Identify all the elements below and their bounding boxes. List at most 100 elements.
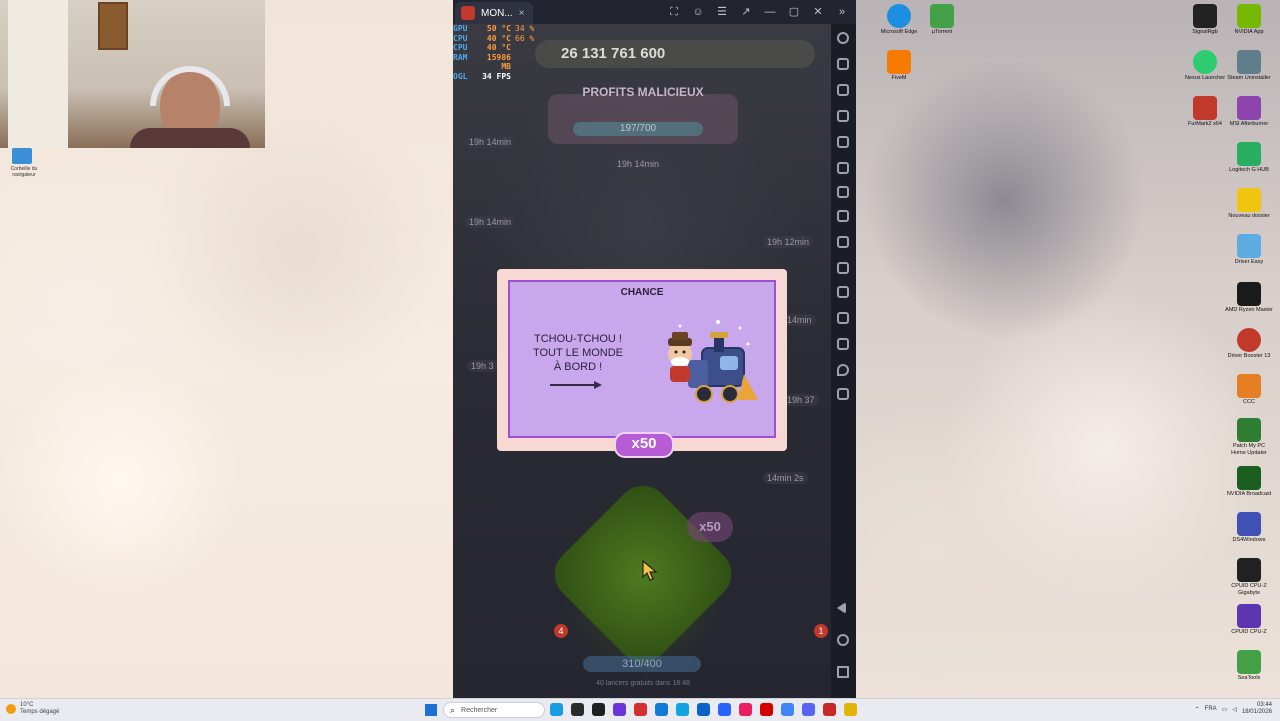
desktop-icon-label: Driver Booster 13 bbox=[1227, 353, 1271, 359]
chance-card-text: TCHOU-TCHOU ! TOUT LE MONDE À BORD ! bbox=[524, 332, 632, 374]
desktop-icon[interactable]: Nouveau dossier bbox=[1225, 188, 1273, 220]
settings-icon[interactable] bbox=[837, 32, 849, 44]
event-banner[interactable] bbox=[548, 94, 738, 144]
taskbar-app-icon[interactable] bbox=[781, 703, 794, 716]
taskbar-app-icon[interactable] bbox=[634, 703, 647, 716]
monopoly-app-icon bbox=[461, 6, 475, 20]
app-icon bbox=[1237, 96, 1261, 120]
chance-multiplier-badge: x50 bbox=[614, 432, 674, 458]
gamepad-icon[interactable] bbox=[837, 210, 849, 222]
taskbar-app-icon[interactable] bbox=[697, 703, 710, 716]
apk-icon[interactable] bbox=[837, 186, 849, 198]
emulator-tab[interactable]: MON... × bbox=[455, 2, 533, 24]
desktop-icon[interactable]: Driver Easy bbox=[1225, 234, 1273, 266]
weather-widget[interactable]: 10°C Temps dégagé bbox=[6, 702, 59, 716]
notification-badge: 4 bbox=[554, 624, 568, 638]
taskbar-app-icon[interactable] bbox=[739, 703, 752, 716]
desktop-icon[interactable]: Nexus Launcher bbox=[1181, 50, 1229, 82]
free-rolls-text: 40 lancers gratuits dans 18:48 bbox=[596, 680, 690, 687]
desktop-icon[interactable]: SeaTools bbox=[1225, 650, 1273, 682]
perf-label: RAM bbox=[453, 52, 468, 62]
taskbar-app-icon[interactable] bbox=[655, 703, 668, 716]
volume-icon[interactable]: ◁ bbox=[1232, 706, 1237, 713]
desktop-icon[interactable]: AMD Ryzen Master bbox=[1225, 282, 1273, 314]
clock[interactable]: 03:44 18/01/2026 bbox=[1242, 702, 1272, 716]
start-button[interactable] bbox=[425, 704, 437, 716]
webcam-shirt bbox=[130, 128, 250, 148]
home-icon[interactable] bbox=[837, 634, 849, 646]
desktop-icon-label: CPUID CPU-Z bbox=[1231, 629, 1267, 635]
taskbar-app-icon[interactable] bbox=[823, 703, 836, 716]
tray-expand-icon[interactable]: ⌃ bbox=[1195, 706, 1200, 713]
taskbar-app-icon[interactable] bbox=[550, 703, 563, 716]
taskbar-app-icon[interactable] bbox=[760, 703, 773, 716]
perf-extra: 66 % bbox=[515, 33, 535, 43]
desktop-icon[interactable]: SignalRgb bbox=[1181, 4, 1229, 36]
recents-icon[interactable] bbox=[837, 666, 849, 678]
keyboard-icon[interactable] bbox=[837, 58, 849, 70]
taskbar-app-icon[interactable] bbox=[676, 703, 689, 716]
fullscreen-icon[interactable]: ⛶ bbox=[664, 3, 684, 21]
folder-icon[interactable] bbox=[837, 338, 849, 350]
volume-down-icon[interactable] bbox=[837, 110, 849, 122]
record-icon[interactable] bbox=[837, 162, 849, 174]
taskbar-app-icon[interactable] bbox=[718, 703, 731, 716]
fivem-icon bbox=[887, 50, 911, 74]
desktop-icon[interactable]: DS4Windows bbox=[1225, 512, 1273, 544]
macro-icon[interactable] bbox=[837, 236, 849, 248]
taskbar-app-icon[interactable] bbox=[844, 703, 857, 716]
popout-icon[interactable]: ↗ bbox=[736, 3, 756, 21]
desktop-icon[interactable]: CPUID CPU-Z bbox=[1225, 604, 1273, 636]
taskbar-app-icon[interactable] bbox=[592, 703, 605, 716]
collapse-sidebar-icon[interactable]: » bbox=[832, 3, 852, 21]
sync-icon[interactable] bbox=[837, 286, 849, 298]
menu-icon[interactable]: ☰ bbox=[712, 3, 732, 21]
taskbar-app-icon[interactable] bbox=[571, 703, 584, 716]
close-button[interactable]: ✕ bbox=[808, 3, 828, 21]
taskbar-search[interactable]: ⌕ Rechercher bbox=[443, 702, 545, 718]
desktop-icon[interactable]: NVIDIA Broadcast bbox=[1225, 466, 1273, 498]
arrow-right-icon bbox=[550, 381, 602, 389]
maximize-button[interactable]: ▢ bbox=[784, 3, 804, 21]
desktop-icon[interactable]: Steam Uninstaller bbox=[1225, 50, 1273, 82]
desktop-icon[interactable]: NVIDIA App bbox=[1225, 4, 1273, 36]
desktop-icon[interactable]: Microsoft Edge bbox=[875, 4, 923, 36]
desktop-icon[interactable]: Patch My PC Home Updater bbox=[1225, 418, 1273, 457]
desktop-icon[interactable]: Driver Booster 13 bbox=[1225, 328, 1273, 360]
network-icon[interactable]: ▭ bbox=[1222, 706, 1228, 713]
taskbar-app-icon[interactable] bbox=[613, 703, 626, 716]
chance-card[interactable]: CHANCE TCHOU-TCHOU ! TOUT LE MONDE À BOR… bbox=[497, 269, 787, 458]
dice-multiplier-button[interactable]: x50 bbox=[687, 512, 733, 542]
volume-up-icon[interactable] bbox=[837, 84, 849, 96]
desktop-icon[interactable]: CCC bbox=[1225, 374, 1273, 406]
location-icon[interactable] bbox=[837, 364, 849, 376]
desktop-icon[interactable]: FiveM bbox=[875, 50, 923, 82]
back-icon[interactable] bbox=[837, 602, 846, 614]
desktop-icon-left[interactable] bbox=[12, 148, 32, 164]
app-icon bbox=[1193, 50, 1217, 74]
desktop-icon[interactable]: Logitech G HUB bbox=[1225, 142, 1273, 174]
system-tray: ⌃ FRA ▭ ◁ 03:44 18/01/2026 bbox=[1195, 702, 1272, 716]
screen-resize-icon[interactable] bbox=[837, 136, 849, 148]
video-icon[interactable] bbox=[837, 262, 849, 274]
phone-icon[interactable] bbox=[837, 312, 849, 324]
account-icon[interactable]: ☺ bbox=[688, 3, 708, 21]
timer-label: 19h 14min bbox=[465, 216, 516, 228]
app-icon bbox=[1237, 466, 1261, 490]
desktop-icon[interactable]: MSI Afterburner bbox=[1225, 96, 1273, 128]
app-icon bbox=[1193, 4, 1217, 28]
webcam-background-door bbox=[8, 0, 68, 148]
language-indicator[interactable]: FRA bbox=[1205, 706, 1217, 712]
taskbar-app-icon[interactable] bbox=[802, 703, 815, 716]
desktop-icon[interactable]: FurMark2 x64 bbox=[1181, 96, 1229, 128]
app-icon bbox=[1237, 282, 1261, 306]
desktop-icon[interactable]: CPUID CPU-Z Gigabyte bbox=[1225, 558, 1273, 597]
money-amount: 26 131 761 600 bbox=[561, 45, 666, 62]
tab-close-icon[interactable]: × bbox=[519, 8, 525, 19]
utorrent-icon bbox=[930, 4, 954, 28]
desktop-icon[interactable]: µTorrent bbox=[918, 4, 966, 36]
train-illustration bbox=[668, 320, 758, 403]
minimize-button[interactable]: — bbox=[760, 3, 780, 21]
search-placeholder: Rechercher bbox=[461, 706, 498, 714]
multi-instance-icon[interactable] bbox=[837, 388, 849, 400]
